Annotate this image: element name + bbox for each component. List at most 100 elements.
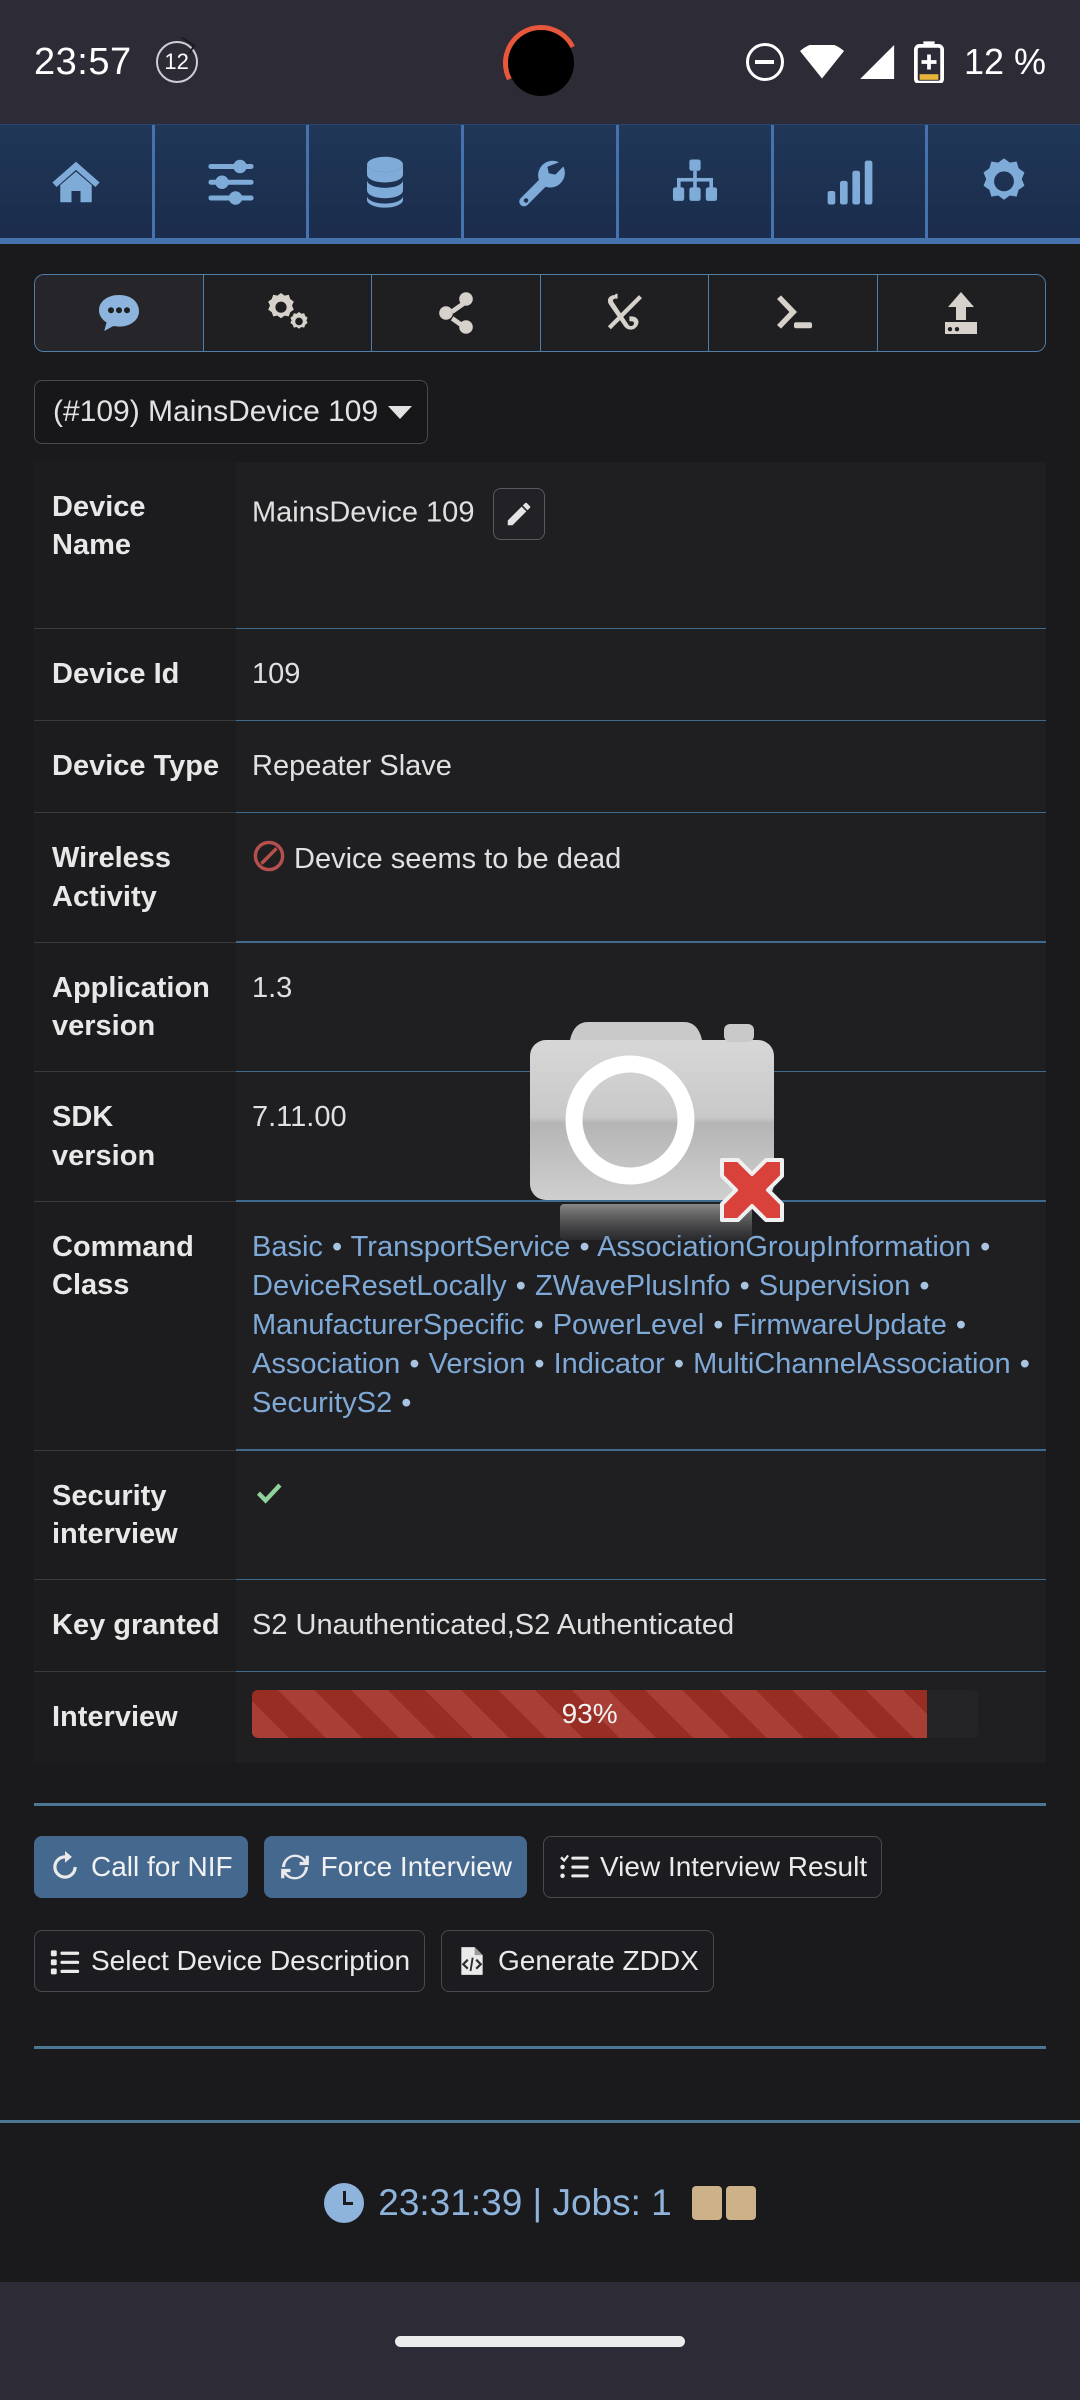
app-screen: 23:57 12 12 % (#109) MainsDevice 109 Dev…: [0, 0, 1080, 2400]
status-bar: 23:57 12 12 %: [0, 0, 1080, 124]
row-value-key-granted: S2 Unauthenticated,S2 Authenticated: [236, 1580, 1046, 1672]
camera-cutout: [508, 30, 574, 96]
chevron-down-icon: [388, 405, 413, 419]
content-divider-bottom: [34, 2045, 1046, 2049]
command-class-link[interactable]: Basic: [252, 1231, 323, 1263]
gesture-pill[interactable]: [395, 2335, 685, 2347]
subtoolbar-item-associations[interactable]: [372, 275, 541, 351]
table-row-sdk-version: SDK version 7.11.00: [34, 1070, 1046, 1201]
row-value-device-id: 109: [236, 629, 1046, 721]
wrench-icon: [519, 160, 565, 206]
command-class-separator: •: [730, 1270, 759, 1303]
wireless-activity-text: Device seems to be dead: [294, 843, 622, 876]
row-key-device-type: Device Type: [34, 721, 236, 813]
command-class-link[interactable]: Association: [252, 1348, 400, 1380]
row-key-device-id: Device Id: [34, 629, 236, 721]
table-row-device-name: Device Name MainsDevice 109: [34, 462, 1046, 628]
command-class-link[interactable]: SecurityS2: [252, 1387, 392, 1419]
call-for-nif-button[interactable]: Call for NIF: [34, 1835, 248, 1898]
command-class-link[interactable]: FirmwareUpdate: [733, 1309, 947, 1341]
file-code-icon: [461, 1946, 483, 1975]
command-class-link[interactable]: Indicator: [554, 1348, 665, 1380]
nav-item-settings[interactable]: [928, 125, 1080, 238]
view-interview-result-button[interactable]: View Interview Result: [542, 1835, 883, 1898]
device-select-dropdown[interactable]: (#109) MainsDevice 109: [34, 380, 428, 444]
command-class-link[interactable]: TransportService: [351, 1231, 571, 1263]
comment-bubble-icon: [98, 295, 139, 331]
nav-item-tools[interactable]: [464, 125, 619, 238]
row-key-key-granted: Key granted: [34, 1580, 236, 1672]
footer-status-text: 23:31:39 | Jobs: 1: [378, 2181, 672, 2223]
list-check-icon: [560, 1854, 589, 1878]
subtoolbar-item-firmware-upload[interactable]: [877, 275, 1045, 351]
view-interview-result-label: View Interview Result: [599, 1850, 868, 1882]
table-row-security-interview: Security interview: [34, 1449, 1046, 1580]
upload-icon: [945, 292, 978, 334]
command-class-link[interactable]: ManufacturerSpecific: [252, 1309, 524, 1341]
device-name-text: MainsDevice 109: [252, 496, 475, 529]
command-class-separator: •: [322, 1230, 351, 1263]
device-action-buttons: Call for NIF Force Interview View Interv…: [34, 1835, 1046, 1992]
broken-link-icon: [608, 293, 643, 330]
row-key-command-class: Command Class: [34, 1201, 236, 1450]
refresh-icon: [53, 1850, 77, 1879]
row-key-application-version: Application version: [34, 942, 236, 1072]
row-value-security-interview: [236, 1450, 1046, 1580]
terminal-icon: [776, 295, 812, 329]
table-row-device-type: Device Type Repeater Slave: [34, 719, 1046, 813]
nav-item-database[interactable]: [309, 125, 465, 238]
command-class-link[interactable]: AssociationGroupInformation: [597, 1231, 971, 1263]
dnd-icon: [745, 43, 784, 81]
device-action-buttons-row2: Select Device Description Generate ZDDX: [34, 1929, 1046, 1992]
prohibition-icon: [252, 839, 286, 884]
gear-icon: [983, 157, 1025, 200]
command-class-separator: •: [664, 1348, 694, 1381]
table-row-key-granted: Key granted S2 Unauthenticated,S2 Authen…: [34, 1578, 1046, 1672]
command-class-link[interactable]: PowerLevel: [553, 1309, 705, 1341]
device-select-value: (#109) MainsDevice 109: [53, 395, 379, 428]
generate-zddx-button[interactable]: Generate ZDDX: [441, 1929, 714, 1992]
command-class-link[interactable]: MultiChannelAssociation: [693, 1348, 1011, 1380]
subtoolbar-item-unlink[interactable]: [540, 275, 709, 351]
status-bar-icons: 12 %: [745, 41, 1046, 83]
command-class-link[interactable]: DeviceResetLocally: [252, 1270, 507, 1302]
interview-progress-label: 93%: [561, 1698, 618, 1730]
row-value-command-class: Basic • TransportService • AssociationGr…: [236, 1201, 1046, 1450]
system-gesture-bar: [0, 2282, 1080, 2400]
nav-item-home[interactable]: [0, 125, 155, 238]
edit-device-name-button[interactable]: [492, 488, 545, 540]
nav-item-preferences[interactable]: [154, 125, 310, 238]
primary-navbar: [0, 124, 1080, 244]
table-row-wireless-activity: Wireless Activity Device seems to be dea…: [34, 811, 1046, 942]
green-check-icon: [252, 1477, 286, 1522]
row-value-sdk-version: 7.11.00: [236, 1072, 1046, 1201]
command-class-separator: •: [525, 1348, 554, 1381]
subtoolbar-item-configuration[interactable]: [203, 275, 372, 351]
select-device-description-button[interactable]: Select Device Description: [34, 1929, 426, 1992]
nav-item-network[interactable]: [618, 125, 774, 238]
command-class-link[interactable]: ZWavePlusInfo: [535, 1270, 731, 1302]
nav-item-statistics[interactable]: [773, 125, 929, 238]
command-class-separator: •: [524, 1309, 553, 1342]
command-class-separator: •: [392, 1387, 412, 1420]
home-icon: [52, 161, 100, 202]
subtoolbar-item-expert-commands[interactable]: [709, 275, 878, 351]
device-details-table: Device Name MainsDevice 109 Device Id 10…: [34, 462, 1046, 1763]
call-for-nif-label: Call for NIF: [91, 1850, 233, 1882]
row-value-interview: 93%: [236, 1672, 1046, 1763]
command-class-link[interactable]: Version: [429, 1348, 526, 1380]
signal-bars-icon: [828, 160, 873, 204]
force-interview-label: Force Interview: [320, 1850, 512, 1882]
row-key-sdk-version: SDK version: [34, 1072, 236, 1201]
row-key-security-interview: Security interview: [34, 1450, 236, 1580]
status-footer: 23:31:39 | Jobs: 1: [0, 2120, 1080, 2282]
pencil-icon: [507, 502, 530, 526]
force-interview-button[interactable]: Force Interview: [263, 1835, 527, 1898]
table-row-interview: Interview 93%: [34, 1670, 1046, 1763]
row-key-device-name: Device Name: [34, 462, 236, 628]
command-class-link[interactable]: Supervision: [759, 1270, 911, 1302]
job-indicator-chips: [691, 2185, 756, 2220]
subtoolbar-item-comments[interactable]: [35, 275, 204, 351]
cellular-signal-icon: [860, 45, 895, 79]
select-device-description-label: Select Device Description: [91, 1944, 411, 1976]
